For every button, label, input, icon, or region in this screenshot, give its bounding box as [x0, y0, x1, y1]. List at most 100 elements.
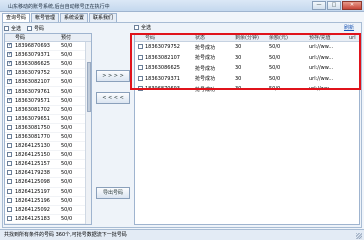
row-prepaid: 50/0: [61, 179, 73, 186]
result-list-row[interactable]: 18396870693 抢号成功 30 50/0 url://ww...: [135, 84, 359, 95]
number-list-row[interactable]: 18264125130 50/0: [5, 142, 91, 152]
row-checkbox[interactable]: [7, 152, 12, 158]
row-prepaid: 50/0: [61, 43, 73, 50]
row-minutes: 30: [235, 44, 242, 51]
number-list-row[interactable]: 18264125150 50/0: [5, 151, 91, 161]
result-list: 号码 状态 剩余(分钟) 余额(元) 预存/充值 url 18363079752…: [134, 33, 360, 225]
column-header-number[interactable]: 号码: [145, 34, 195, 41]
row-checkbox[interactable]: [7, 188, 12, 194]
number-list-row[interactable]: 18363079761 50/0: [5, 87, 91, 97]
minimize-button[interactable]: —: [312, 1, 326, 10]
number-list-row[interactable]: 18363081702 50/0: [5, 106, 91, 115]
row-prepaid: 50/0: [61, 170, 73, 177]
close-button[interactable]: ✕: [342, 1, 362, 10]
number-list-row[interactable]: 18264125197 50/0: [5, 188, 91, 197]
row-checkbox[interactable]: [7, 88, 12, 94]
row-number: 18363079752: [15, 70, 50, 77]
row-checkbox[interactable]: [138, 86, 143, 92]
row-prepaid: 50/0: [61, 215, 73, 222]
row-prepaid: 50/0: [61, 206, 73, 213]
row-checkbox[interactable]: [138, 44, 143, 50]
row-number: 18396870693: [145, 86, 180, 93]
left-selectall-checkbox[interactable]: [4, 25, 9, 31]
export-numbers-button[interactable]: 导出号码: [96, 187, 130, 199]
result-list-row[interactable]: 18363082107 抢号成功 30 50/0 url://ww...: [135, 53, 359, 64]
number-list-row[interactable]: 18363079752 50/0: [5, 69, 91, 79]
row-prepaid: 50/0: [61, 133, 73, 140]
refresh-link[interactable]: 刷新: [344, 24, 354, 31]
column-header-prepaid[interactable]: 预存/充值: [309, 34, 349, 41]
row-number: 18264125197: [15, 188, 50, 195]
number-list-row[interactable]: 18363081770 50/0: [5, 133, 91, 143]
row-checkbox[interactable]: [7, 206, 12, 212]
row-checkbox[interactable]: [7, 161, 12, 167]
row-status: 抢号成功: [195, 65, 216, 72]
number-list-row[interactable]: 18363079571 50/0: [5, 97, 91, 106]
column-header-url[interactable]: url: [349, 35, 356, 41]
row-number: 18363081770: [15, 133, 50, 140]
row-prepaid: 50/0: [61, 152, 73, 159]
number-list-row[interactable]: 18264125183 50/0: [5, 215, 91, 224]
result-list-row[interactable]: 18363079371 抢号成功 30 50/0 url://ww...: [135, 74, 359, 85]
column-header-status[interactable]: 状态: [195, 34, 235, 41]
tab-contact-us[interactable]: 联系我们: [89, 13, 118, 22]
remove-selected-button[interactable]: < < < <: [96, 92, 130, 104]
number-list-row[interactable]: 18264125196 50/0: [5, 197, 91, 206]
number-list-row[interactable]: 18264179238 50/0: [5, 169, 91, 179]
row-number: 18363086625: [145, 65, 180, 72]
row-checkbox[interactable]: [7, 106, 12, 112]
row-checkbox[interactable]: [7, 170, 12, 176]
number-list-row[interactable]: 18396870693 50/0: [5, 42, 91, 52]
number-list-row[interactable]: 18363079371 50/0: [5, 51, 91, 61]
number-list-row[interactable]: 18264125157 50/0: [5, 160, 91, 170]
row-prepaid: 50/0: [61, 188, 73, 195]
tab-account-management[interactable]: 帐号管理: [31, 13, 60, 22]
number-list-scrollbar[interactable]: [85, 42, 91, 224]
result-list-row[interactable]: 18363079752 抢号成功 30 50/0 url://ww...: [135, 42, 359, 53]
resize-grip-icon[interactable]: [356, 233, 362, 239]
row-prepaid: 50/0: [61, 197, 73, 204]
column-header-balance[interactable]: 余额(元): [269, 34, 309, 41]
number-list-row[interactable]: 18363082107 50/0: [5, 78, 91, 88]
maximize-button[interactable]: □: [327, 1, 341, 10]
number-list-row[interactable]: 18363086625 50/0: [5, 60, 91, 70]
column-header-prepaid[interactable]: 预付: [61, 34, 85, 41]
row-number: 18363081750: [15, 124, 50, 131]
result-list-row[interactable]: 18363086625 抢号成功 30 50/0 url://ww...: [135, 63, 359, 74]
right-selectall-checkbox[interactable]: [134, 25, 139, 30]
row-checkbox[interactable]: [138, 65, 143, 71]
row-number: 18264179238: [15, 170, 50, 177]
row-checkbox[interactable]: [7, 69, 12, 76]
row-prepaid: 50/0: [61, 79, 73, 86]
left-section-checkbox[interactable]: [27, 25, 33, 31]
row-checkbox[interactable]: [138, 75, 143, 81]
row-checkbox[interactable]: [7, 60, 12, 67]
row-checkbox[interactable]: [7, 115, 12, 121]
number-list-row[interactable]: 18363079651 50/0: [5, 115, 91, 124]
column-header-minutes[interactable]: 剩余(分钟): [235, 34, 269, 41]
row-number: 18363082107: [145, 54, 180, 61]
row-prepaid: 50/0: [61, 106, 73, 113]
number-list-row[interactable]: 18363081750 50/0: [5, 124, 91, 133]
row-checkbox[interactable]: [7, 215, 12, 221]
row-number: 18363079752: [145, 44, 180, 51]
row-checkbox[interactable]: [7, 133, 12, 139]
row-checkbox[interactable]: [138, 54, 143, 60]
row-checkbox[interactable]: [7, 97, 12, 103]
row-minutes: 30: [235, 86, 242, 93]
row-checkbox[interactable]: [7, 78, 12, 85]
column-header-number[interactable]: 号码: [15, 34, 61, 41]
number-list-row[interactable]: 18264125098 50/0: [5, 178, 91, 188]
number-list-row[interactable]: 18264125092 50/0: [5, 206, 91, 215]
row-checkbox[interactable]: [7, 42, 12, 49]
row-checkbox[interactable]: [7, 179, 12, 185]
row-checkbox[interactable]: [7, 124, 12, 130]
row-checkbox[interactable]: [7, 197, 12, 203]
tab-system-settings[interactable]: 系统设置: [60, 13, 89, 22]
add-selected-button[interactable]: > > > >: [96, 70, 130, 82]
scrollbar-thumb[interactable]: [87, 62, 91, 112]
row-checkbox[interactable]: [7, 51, 12, 58]
tab-query-numbers[interactable]: 查询号码: [2, 13, 31, 22]
row-checkbox[interactable]: [7, 143, 12, 149]
row-prepaid: 50/0: [61, 61, 73, 68]
